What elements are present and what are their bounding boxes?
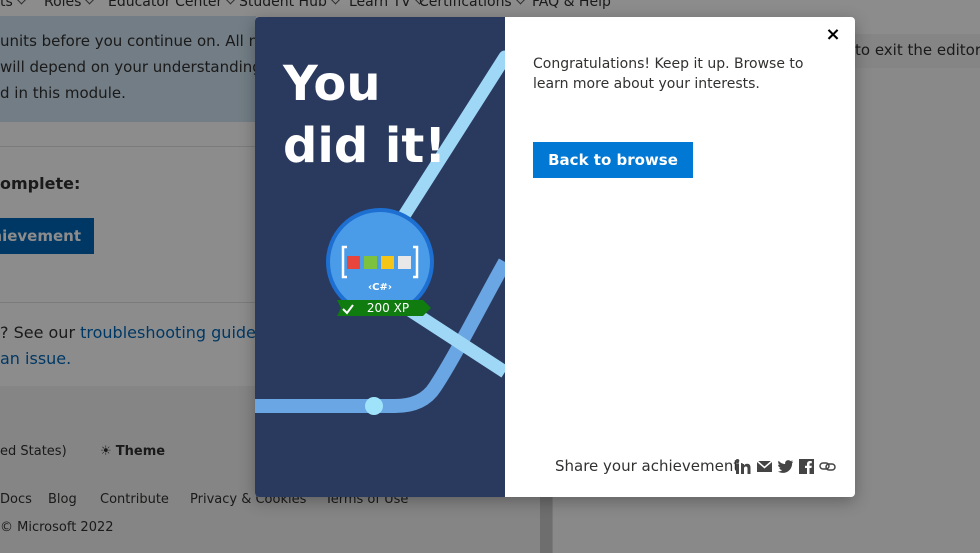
modal-content: × Congratulations! Keep it up. Browse to…	[505, 17, 855, 497]
facebook-icon[interactable]	[798, 458, 815, 475]
email-icon[interactable]	[756, 458, 773, 475]
square-red	[347, 256, 360, 269]
achievement-modal: You did it! ‹C#› 200 XP × Congratulation…	[255, 17, 855, 497]
linkedin-icon[interactable]	[735, 458, 752, 475]
path-node	[365, 397, 383, 415]
xp-label: 200 XP	[366, 301, 410, 315]
back-to-browse-button[interactable]: Back to browse	[533, 142, 693, 178]
twitter-icon[interactable]	[777, 458, 794, 475]
square-gray	[398, 256, 411, 269]
square-yellow	[381, 256, 394, 269]
congrats-message: Congratulations! Keep it up. Browse to l…	[533, 56, 804, 92]
badge-language: ‹C#›	[368, 282, 392, 293]
modal-illustration-panel: You did it! ‹C#› 200 XP	[255, 17, 505, 497]
copy-link-icon[interactable]	[819, 458, 836, 475]
headline: You did it!	[283, 56, 447, 174]
share-icons	[735, 458, 836, 475]
square-green	[364, 256, 377, 269]
share-label: Share your achievement:	[555, 457, 745, 475]
close-button[interactable]: ×	[825, 25, 841, 45]
